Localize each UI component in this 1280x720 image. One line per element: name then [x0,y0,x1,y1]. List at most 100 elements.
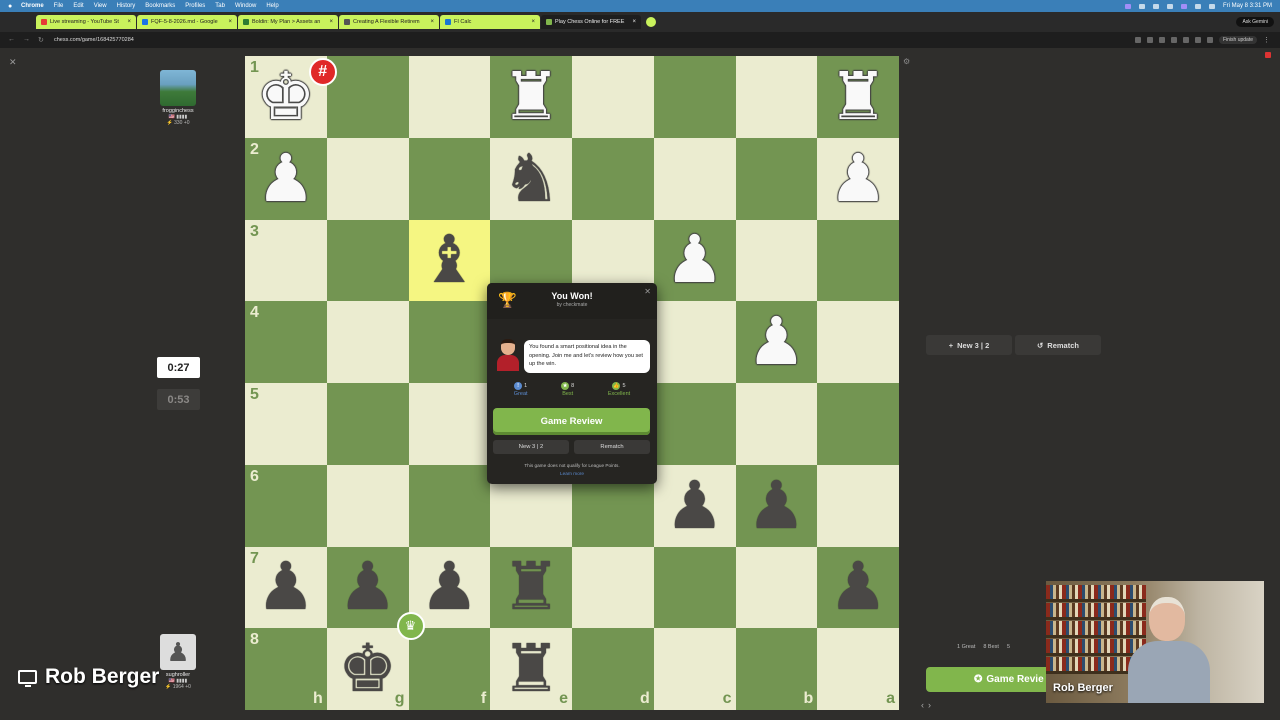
square-b7[interactable] [735,546,818,629]
white-pawn-icon[interactable]: ♟ [665,227,724,293]
white-rook-icon[interactable]: ♜ [502,63,561,130]
square-d7[interactable] [572,546,654,629]
rematch-button[interactable]: ↺ Rematch [1015,335,1101,355]
close-tab-icon[interactable]: × [632,19,636,25]
menu-bookmarks[interactable]: Bookmarks [145,3,175,9]
apple-icon[interactable]: ● [8,3,15,10]
tab-retirement-article[interactable]: Creating A Flexible Retirem × [339,15,439,29]
square-b4[interactable]: ♟ [735,301,818,383]
black-rook-icon[interactable]: ♜ [502,554,561,620]
menu-edit[interactable]: Edit [73,3,83,9]
status-icon[interactable] [1124,3,1131,9]
white-pawn-icon[interactable]: ♟ [256,145,315,212]
white-rook-icon[interactable]: ♜ [829,63,888,130]
square-b3[interactable] [735,219,818,302]
status-icon[interactable] [1138,3,1145,9]
square-d2[interactable] [572,137,654,220]
square-d1[interactable] [572,56,654,138]
square-a4[interactable] [817,301,899,383]
close-tab-icon[interactable]: × [228,19,232,25]
black-pawn-icon[interactable]: ♟ [420,554,479,620]
side-game-review-button[interactable]: ✪ Game Revie [926,667,1056,692]
tab-fi-calc[interactable]: FI Calc × [440,15,540,29]
ask-gemini-button[interactable]: Ask Gemini [1236,17,1274,27]
tab-youtube[interactable]: Live streaming - YouTube St × [36,15,136,29]
extension-icon[interactable] [1170,37,1177,43]
square-h6[interactable]: 6 [245,464,327,547]
menu-tab[interactable]: Tab [215,3,225,9]
square-f4[interactable] [408,301,491,383]
square-g4[interactable] [326,301,409,383]
black-pawn-icon[interactable]: ♟ [338,554,397,620]
menu-profiles[interactable]: Profiles [185,3,205,9]
tab-chess-com[interactable]: Play Chess Online for FREE × [541,15,641,29]
modal-new-game-button[interactable]: New 3 | 2 [493,440,569,454]
square-b1[interactable] [735,56,818,138]
board-settings-icon[interactable]: ⚙ [903,57,910,66]
address-bar[interactable]: chess.com/game/168425770284 [54,37,134,43]
notification-icon[interactable] [1265,52,1271,58]
black-king-icon[interactable]: ♚ [338,636,397,702]
square-f5[interactable] [408,383,491,465]
square-a5[interactable] [817,383,899,465]
menu-help[interactable]: Help [266,3,278,9]
learn-more-link[interactable]: Learn more [487,471,657,476]
square-a6[interactable] [817,464,899,547]
square-f3[interactable]: ♝ [408,219,491,302]
back-icon[interactable]: ← [8,36,15,44]
profile-icon[interactable] [1206,37,1213,43]
square-h1[interactable]: 1 ♚ # [245,56,337,138]
game-review-button[interactable]: Game Review [493,408,650,435]
square-e8[interactable]: e ♜ [490,628,572,710]
menu-view[interactable]: View [94,3,107,9]
square-d8[interactable]: d [572,628,654,710]
new-tab-button[interactable] [646,17,656,27]
square-g6[interactable] [326,464,409,547]
close-tab-icon[interactable]: × [531,19,535,25]
menu-chrome[interactable]: Chrome [21,3,44,9]
black-bishop-icon[interactable]: ♝ [420,227,479,293]
menu-history[interactable]: History [117,3,136,9]
square-c2[interactable] [653,137,736,220]
opponent-avatar[interactable] [160,70,196,106]
bookmark-star-icon[interactable] [1146,37,1153,43]
square-a2[interactable]: ♟ [817,137,899,220]
square-e2[interactable]: ♞ [490,137,572,220]
square-h2[interactable]: 2 ♟ [245,137,327,220]
square-c1[interactable] [653,56,736,138]
close-icon[interactable]: ✕ [644,287,651,296]
extension-icon[interactable] [1194,37,1201,43]
square-h5[interactable]: 5 [245,383,327,465]
close-panel-icon[interactable]: ✕ [9,57,17,68]
square-h7[interactable]: 7 ♟ [245,546,327,629]
square-e7[interactable]: ♜ [490,546,572,629]
square-c3[interactable]: ♟ [653,219,736,302]
black-pawn-icon[interactable]: ♟ [256,554,315,620]
square-f2[interactable] [408,137,491,220]
extension-icon[interactable] [1158,37,1165,43]
square-g5[interactable] [326,383,409,465]
square-h8[interactable]: 8h [245,628,327,710]
status-icon[interactable] [1152,3,1159,9]
close-tab-icon[interactable]: × [430,19,434,25]
chevron-left-icon[interactable]: ‹ [921,700,928,710]
status-icon[interactable] [1166,3,1173,9]
extension-icon[interactable] [1134,37,1141,43]
square-f8[interactable]: f [408,628,491,710]
self-avatar[interactable]: ♟ [160,634,196,670]
square-g1[interactable] [326,56,409,138]
modal-rematch-button[interactable]: Rematch [574,440,650,454]
black-pawn-icon[interactable]: ♟ [665,472,724,539]
black-rook-icon[interactable]: ♜ [502,636,561,702]
white-pawn-icon[interactable]: ♟ [747,309,806,375]
square-g2[interactable] [326,137,409,220]
forward-icon[interactable]: → [23,36,30,44]
square-b6[interactable]: ♟ [735,464,818,547]
black-knight-icon[interactable]: ♞ [502,145,561,212]
square-a1[interactable]: ♜ [817,56,899,138]
square-c7[interactable] [653,546,736,629]
menu-file[interactable]: File [54,3,64,9]
status-icon[interactable] [1180,3,1187,9]
reload-icon[interactable]: ↻ [38,36,44,44]
square-b8[interactable]: b [735,628,818,710]
